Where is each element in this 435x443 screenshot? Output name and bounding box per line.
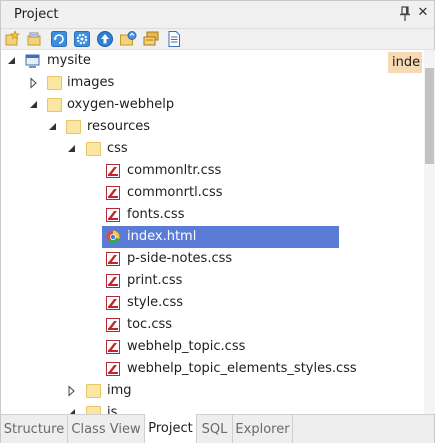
html-file-icon (105, 229, 121, 245)
tab-sql[interactable]: SQL (197, 415, 233, 443)
folder-icon (47, 76, 62, 90)
tab-project[interactable]: Project (145, 414, 197, 443)
up-arrow-icon[interactable] (96, 30, 114, 48)
link-icon[interactable] (26, 30, 44, 48)
css-file-icon (105, 361, 121, 377)
tree-item-label: commonltr.css (127, 163, 222, 178)
expanded-arrow-icon[interactable] (29, 99, 39, 111)
tree-item-label: fonts.css (127, 207, 185, 222)
tab-structure[interactable]: Structure (1, 415, 68, 443)
tree-item-js[interactable]: js (1, 402, 424, 414)
tree-item-oxygen-webhelp[interactable]: oxygen-webhelp (1, 94, 424, 116)
tree-item-label: webhelp_topic.css (127, 339, 246, 354)
tree-item-label: images (67, 75, 115, 90)
tree-item-images[interactable]: images (1, 72, 424, 94)
bottom-tab-bar: Structure Class View Project SQL Explore… (1, 414, 434, 443)
collapsed-arrow-icon[interactable] (67, 385, 77, 397)
tree-item-label: js (107, 405, 118, 414)
tree-item-file[interactable]: webhelp_topic.css (1, 336, 424, 358)
panel-titlebar: Project ✕ (1, 1, 434, 29)
css-file-icon (105, 207, 121, 223)
tree-item-file[interactable]: webhelp_topic_elements_styles.css (1, 358, 424, 380)
tree-item-file-selected[interactable]: index.html (1, 226, 424, 248)
project-tree: mysite images oxygen-webhelp resources c… (1, 50, 424, 414)
tree-item-file[interactable]: print.css (1, 270, 424, 292)
tree-item-file[interactable]: fonts.css (1, 204, 424, 226)
folder-open-icon[interactable] (119, 30, 137, 48)
pin-icon[interactable] (398, 6, 412, 22)
close-icon[interactable]: ✕ (416, 5, 430, 23)
stack-icon[interactable] (142, 30, 160, 48)
css-file-icon (105, 273, 121, 289)
tree-item-resources[interactable]: resources (1, 116, 424, 138)
vertical-scrollbar[interactable] (424, 50, 435, 414)
tree-item-css[interactable]: css (1, 138, 424, 160)
css-file-icon (105, 185, 121, 201)
tree-item-label: commonrtl.css (127, 185, 223, 200)
project-icon (25, 53, 41, 69)
panel-title: Project (14, 7, 59, 22)
tree-item-label: mysite (47, 53, 91, 68)
tree-item-mysite[interactable]: mysite (1, 50, 424, 72)
css-file-icon (105, 251, 121, 267)
expanded-arrow-icon[interactable] (67, 143, 77, 155)
tab-explorer[interactable]: Explorer (233, 415, 293, 443)
tree-item-file[interactable]: style.css (1, 292, 424, 314)
tree-item-label: css (107, 141, 128, 156)
tree-item-file[interactable]: commonltr.css (1, 160, 424, 182)
tree-item-label: p-side-notes.css (127, 251, 233, 266)
expanded-arrow-icon[interactable] (67, 407, 77, 414)
css-file-icon (105, 163, 121, 179)
tree-item-label: webhelp_topic_elements_styles.css (127, 361, 357, 376)
tree-item-label: img (107, 383, 132, 398)
scrollbar-thumb[interactable] (425, 68, 434, 164)
tree-item-label: print.css (127, 273, 183, 288)
document-icon[interactable] (165, 30, 183, 48)
tree-item-label: toc.css (127, 317, 173, 332)
tree-item-file[interactable]: commonrtl.css (1, 182, 424, 204)
project-toolbar (1, 29, 434, 50)
folder-icon (86, 384, 101, 398)
collapsed-arrow-icon[interactable] (29, 77, 39, 89)
tree-item-label: index.html (127, 229, 197, 244)
expanded-arrow-icon[interactable] (7, 55, 17, 67)
tree-item-img[interactable]: img (1, 380, 424, 402)
new-project-icon[interactable] (4, 30, 22, 48)
css-file-icon (105, 339, 121, 355)
css-file-icon (105, 295, 121, 311)
search-hint: inde (388, 52, 422, 73)
tab-class-view[interactable]: Class View (68, 415, 145, 443)
gear-icon[interactable] (73, 30, 91, 48)
refresh-icon[interactable] (50, 30, 68, 48)
tree-item-file[interactable]: p-side-notes.css (1, 248, 424, 270)
folder-icon (86, 406, 101, 414)
tree-item-label: resources (87, 119, 151, 134)
folder-icon (86, 142, 101, 156)
tree-item-file[interactable]: toc.css (1, 314, 424, 336)
folder-icon (47, 98, 62, 112)
css-file-icon (105, 317, 121, 333)
tree-item-label: oxygen-webhelp (67, 97, 175, 112)
expanded-arrow-icon[interactable] (48, 121, 58, 133)
project-panel: Project ✕ mysite images oxygen-webhelp r… (0, 0, 435, 443)
folder-icon (66, 120, 81, 134)
tree-item-label: style.css (127, 295, 183, 310)
